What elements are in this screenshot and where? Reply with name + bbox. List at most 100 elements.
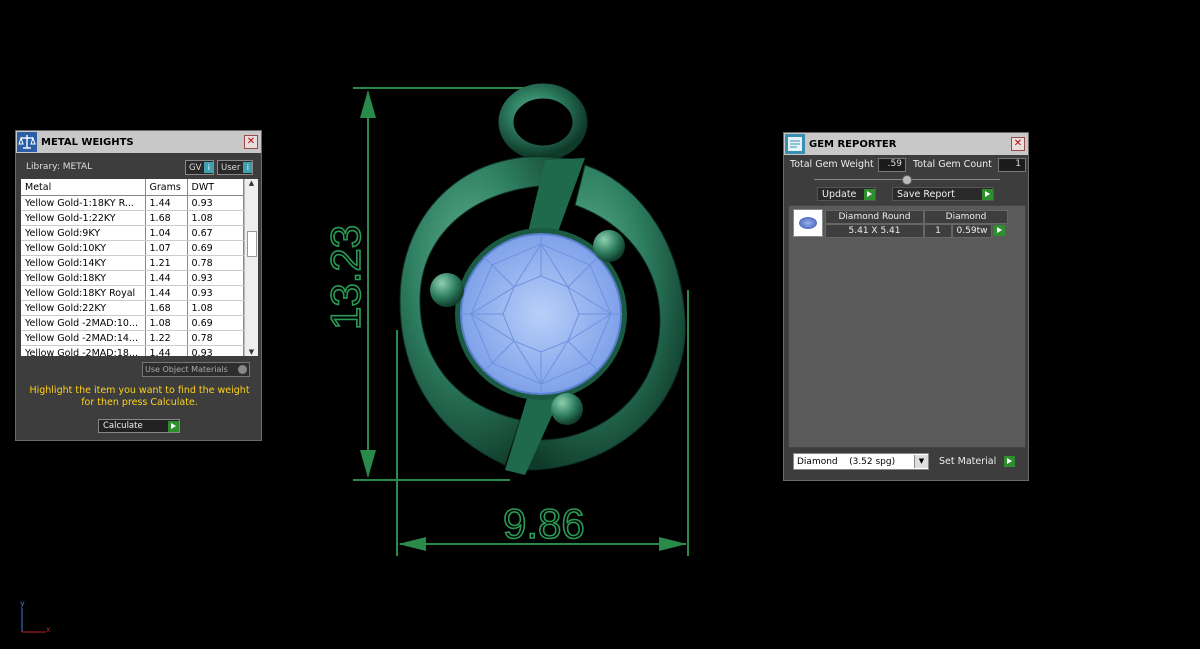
- metal-cell: Yellow Gold:14KY: [21, 255, 146, 271]
- scroll-up-icon[interactable]: ▲: [245, 179, 258, 187]
- instruction-text: Highlight the item you want to find the …: [29, 385, 250, 408]
- table-row[interactable]: Yellow Gold:18KY 1.44 0.93: [21, 270, 244, 286]
- set-material-label: Set Material: [939, 455, 997, 467]
- gem-name: Diamond Round: [825, 210, 924, 224]
- table-scrollbar[interactable]: ▲ ▼: [244, 179, 258, 356]
- metal-table-container[interactable]: Metal Grams DWT Yellow Gold-1:18KY R... 1…: [21, 179, 258, 356]
- metal-cell: Yellow Gold-1:18KY R...: [21, 195, 146, 211]
- divider-handle[interactable]: [902, 175, 912, 185]
- table-row[interactable]: Yellow Gold:9KY 1.04 0.67: [21, 225, 244, 241]
- table-row[interactable]: Yellow Gold-1:22KY 1.68 1.08: [21, 210, 244, 226]
- gem-reporter-titlebar[interactable]: GEM REPORTER ✕: [784, 133, 1028, 155]
- prong-left: [430, 273, 464, 307]
- total-gem-count-label: Total Gem Count: [913, 159, 992, 170]
- dwt-cell: 0.78: [187, 255, 244, 271]
- user-toggle[interactable]: User i: [217, 160, 254, 175]
- info-icon: i: [204, 162, 214, 173]
- update-button[interactable]: Update: [817, 187, 876, 201]
- total-gem-weight-label: Total Gem Weight: [790, 159, 874, 170]
- metal-weights-titlebar[interactable]: METAL WEIGHTS ✕: [16, 131, 261, 153]
- set-material-button[interactable]: Set Material: [935, 454, 1015, 468]
- metal-table: Metal Grams DWT Yellow Gold-1:18KY R... 1…: [21, 179, 244, 356]
- prong-bottom: [551, 393, 583, 425]
- grams-cell: 1.44: [145, 345, 188, 356]
- dwt-cell: 1.08: [187, 210, 244, 226]
- total-gem-count-value: 1: [998, 158, 1026, 172]
- dimension-height-label: 13.23: [322, 225, 369, 330]
- metal-cell: Yellow Gold:18KY Royal: [21, 285, 146, 301]
- dwt-cell: 0.67: [187, 225, 244, 241]
- table-row[interactable]: Yellow Gold-1:18KY R... 1.44 0.93: [21, 195, 244, 211]
- dwt-cell: 0.93: [187, 285, 244, 301]
- close-icon[interactable]: ✕: [1011, 137, 1025, 151]
- update-label: Update: [822, 188, 857, 200]
- grams-cell: 1.22: [145, 330, 188, 346]
- table-row[interactable]: Yellow Gold -2MAD:14... 1.22 0.78: [21, 330, 244, 346]
- gem-reporter-panel: GEM REPORTER ✕ Total Gem Weight .59 Tota…: [783, 132, 1029, 481]
- metal-cell: Yellow Gold-1:22KY: [21, 210, 146, 226]
- grams-cell: 1.08: [145, 315, 188, 331]
- pendant-model[interactable]: [399, 83, 686, 475]
- prong-right: [593, 230, 625, 262]
- table-row[interactable]: Yellow Gold:22KY 1.68 1.08: [21, 300, 244, 316]
- metal-weights-panel: METAL WEIGHTS ✕ Library: METAL GV i User…: [15, 130, 262, 441]
- use-object-materials-toggle[interactable]: Use Object Materials: [142, 362, 250, 377]
- metal-weights-title: METAL WEIGHTS: [41, 136, 134, 148]
- chevron-down-icon: ▼: [914, 455, 928, 468]
- table-row[interactable]: Yellow Gold:18KY Royal 1.44 0.93: [21, 285, 244, 301]
- bail-loop: [498, 83, 588, 161]
- total-gem-weight-value: .59: [878, 158, 906, 172]
- info-icon: i: [243, 162, 253, 173]
- material-select[interactable]: Diamond (3.52 spg) ▼: [793, 453, 929, 470]
- grams-cell: 1.44: [145, 285, 188, 301]
- gem-size: 5.41 X 5.41: [825, 224, 924, 238]
- dwt-cell: 0.93: [187, 345, 244, 356]
- table-row[interactable]: Yellow Gold:10KY 1.07 0.69: [21, 240, 244, 256]
- gem-thumbnail-icon: [793, 209, 823, 237]
- dwt-cell: 0.93: [187, 195, 244, 211]
- dwt-cell: 0.69: [187, 240, 244, 256]
- gem-reporter-title: GEM REPORTER: [809, 138, 897, 150]
- close-icon[interactable]: ✕: [244, 135, 258, 149]
- metal-cell: Yellow Gold -2MAD:10...: [21, 315, 146, 331]
- dwt-cell: 0.93: [187, 270, 244, 286]
- grams-cell: 1.68: [145, 300, 188, 316]
- scroll-down-icon[interactable]: ▼: [245, 348, 258, 356]
- metal-cell: Yellow Gold -2MAD:18...: [21, 345, 146, 356]
- table-row[interactable]: Yellow Gold -2MAD:10... 1.08 0.69: [21, 315, 244, 331]
- gem-weight: 0.59tw: [952, 224, 992, 238]
- axis-triad: y x: [20, 599, 51, 634]
- gv-toggle[interactable]: GV i: [185, 160, 215, 175]
- save-report-button[interactable]: Save Report: [892, 187, 994, 201]
- table-row[interactable]: Yellow Gold:14KY 1.21 0.78: [21, 255, 244, 271]
- gv-label: GV: [189, 162, 202, 173]
- scroll-thumb[interactable]: [247, 231, 257, 257]
- metal-cell: Yellow Gold -2MAD:14...: [21, 330, 146, 346]
- dimension-width-label: 9.86: [503, 500, 585, 547]
- grams-cell: 1.07: [145, 240, 188, 256]
- column-header-dwt[interactable]: DWT: [187, 179, 244, 196]
- calculate-button[interactable]: Calculate: [98, 419, 180, 433]
- grams-cell: 1.44: [145, 195, 188, 211]
- grams-cell: 1.44: [145, 270, 188, 286]
- play-arrow-icon: [168, 420, 179, 432]
- column-header-metal[interactable]: Metal: [21, 179, 146, 196]
- metal-cell: Yellow Gold:22KY: [21, 300, 146, 316]
- gem-count: 1: [924, 224, 952, 238]
- scale-icon: [17, 132, 37, 152]
- dwt-cell: 1.08: [187, 300, 244, 316]
- grams-cell: 1.04: [145, 225, 188, 241]
- play-arrow-icon[interactable]: [994, 225, 1005, 236]
- column-header-grams[interactable]: Grams: [145, 179, 188, 196]
- play-arrow-icon: [864, 188, 875, 200]
- gem-list-item[interactable]: Diamond Round Diamond 5.41 X 5.41 1 0.59…: [793, 209, 1008, 238]
- metal-cell: Yellow Gold:10KY: [21, 240, 146, 256]
- metal-cell: Yellow Gold:18KY: [21, 270, 146, 286]
- gem-list-area[interactable]: Diamond Round Diamond 5.41 X 5.41 1 0.59…: [788, 205, 1026, 448]
- use-object-materials-label: Use Object Materials: [145, 365, 228, 374]
- user-label: User: [221, 162, 241, 173]
- axis-x-label: x: [46, 625, 51, 634]
- grams-cell: 1.68: [145, 210, 188, 226]
- material-select-value: Diamond (3.52 spg): [797, 456, 896, 467]
- table-row[interactable]: Yellow Gold -2MAD:18... 1.44 0.93: [21, 345, 244, 356]
